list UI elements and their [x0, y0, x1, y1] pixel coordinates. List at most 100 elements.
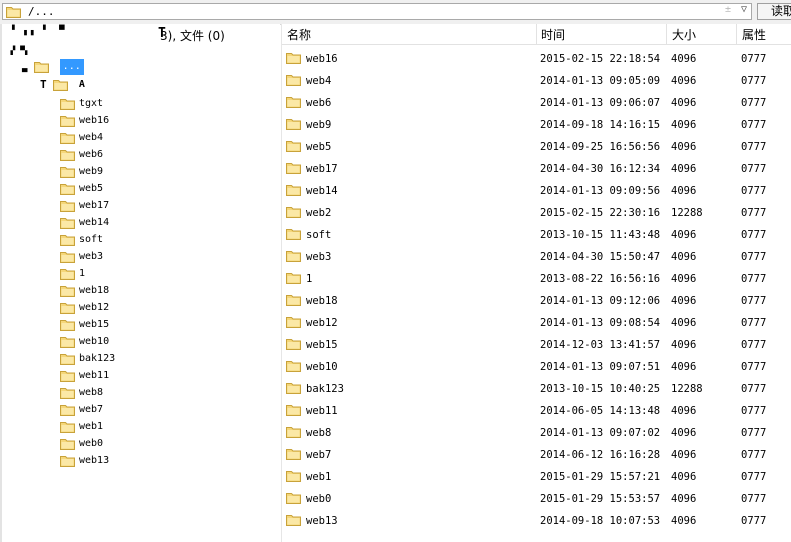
file-row[interactable]: web10 2014-01-13 09:07:51 4096 0777 [282, 356, 791, 378]
file-row[interactable]: web7 2014-06-12 16:16:28 4096 0777 [282, 444, 791, 466]
tree-root[interactable]: ▗▘▝▚ [8, 46, 48, 56]
tree-sub[interactable]: T A [40, 77, 85, 93]
tree-item[interactable]: web7 [60, 402, 103, 418]
tree-item[interactable]: web4 [60, 130, 103, 146]
file-name: web2 [306, 207, 332, 219]
tree-item[interactable]: web1 [60, 419, 103, 435]
file-attr: 0777 [741, 75, 767, 87]
file-row[interactable]: web5 2014-09-25 16:56:56 4096 0777 [282, 136, 791, 158]
tree-item[interactable]: web8 [60, 385, 103, 401]
tree-item[interactable]: web0 [60, 436, 103, 452]
file-time: 2015-02-15 22:30:16 [540, 207, 661, 219]
file-row[interactable]: web4 2014-01-13 09:05:09 4096 0777 [282, 70, 791, 92]
folder-icon [6, 6, 21, 18]
file-row[interactable]: web3 2014-04-30 15:50:47 4096 0777 [282, 246, 791, 268]
file-time: 2014-01-13 09:09:56 [540, 185, 661, 197]
file-size: 4096 [671, 471, 697, 483]
file-row[interactable]: web6 2014-01-13 09:06:07 4096 0777 [282, 92, 791, 114]
tree-item[interactable]: web6 [60, 147, 103, 163]
file-row[interactable]: web14 2014-01-13 09:09:56 4096 0777 [282, 180, 791, 202]
folder-icon [286, 382, 301, 394]
file-size: 4096 [671, 273, 697, 285]
tree-item-label: web9 [79, 166, 104, 177]
file-row[interactable]: web13 2014-09-18 10:07:53 4096 0777 [282, 510, 791, 532]
file-row[interactable]: web2 2015-02-15 22:30:16 12288 0777 [282, 202, 791, 224]
pane-edge [0, 24, 2, 542]
folder-icon [53, 79, 68, 91]
left-status: 3), 文件 (0) [160, 29, 225, 43]
tree-item[interactable]: soft [60, 232, 103, 248]
file-attr: 0777 [741, 449, 767, 461]
tree-item[interactable]: web11 [60, 368, 109, 384]
tree-item[interactable]: bak123 [60, 351, 115, 367]
tree-item[interactable]: web5 [60, 181, 103, 197]
col-size[interactable]: 大小 [672, 26, 696, 43]
tree-item[interactable]: tgxt [60, 96, 103, 112]
read-button[interactable]: 读取 [757, 3, 791, 20]
folder-icon [286, 96, 301, 108]
file-name: web0 [306, 493, 332, 505]
file-row[interactable]: web18 2014-01-13 09:12:06 4096 0777 [282, 290, 791, 312]
tree-item-label: web1 [79, 421, 104, 432]
file-attr: 0777 [741, 361, 767, 373]
address-combobox[interactable]: /... ± ▽ [2, 3, 752, 20]
file-row[interactable]: bak123 2013-10-15 10:40:25 12288 0777 [282, 378, 791, 400]
tree-item-label: web4 [79, 132, 104, 143]
tool-icons[interactable]: ▘▗▖▝ ▀ [12, 26, 69, 36]
file-row[interactable]: web1 2015-01-29 15:57:21 4096 0777 [282, 466, 791, 488]
file-row[interactable]: web17 2014-04-30 16:12:34 4096 0777 [282, 158, 791, 180]
file-name: web6 [306, 97, 332, 109]
tree-item[interactable]: web18 [60, 283, 109, 299]
file-size: 4096 [671, 75, 697, 87]
folder-icon [60, 149, 75, 161]
file-time: 2014-01-13 09:05:09 [540, 75, 661, 87]
file-size: 4096 [671, 251, 697, 263]
folder-icon [60, 166, 75, 178]
folder-icon [60, 302, 75, 314]
file-size: 4096 [671, 119, 697, 131]
file-name: 1 [306, 273, 313, 285]
file-row[interactable]: web11 2014-06-05 14:13:48 4096 0777 [282, 400, 791, 422]
col-name[interactable]: 名称 [287, 26, 311, 43]
tree-item[interactable]: web16 [60, 113, 109, 129]
file-row[interactable]: web9 2014-09-18 14:16:15 4096 0777 [282, 114, 791, 136]
file-row[interactable]: web0 2015-01-29 15:53:57 4096 0777 [282, 488, 791, 510]
file-attr: 0777 [741, 207, 767, 219]
tree-item[interactable]: web13 [60, 453, 109, 469]
file-name: web7 [306, 449, 332, 461]
folder-icon [60, 98, 75, 110]
tree-item[interactable]: web9 [60, 164, 103, 180]
file-name: web10 [306, 361, 338, 373]
folder-icon [286, 228, 301, 240]
tree-item[interactable]: web17 [60, 198, 109, 214]
clear-icon[interactable]: ± [725, 4, 731, 15]
folder-icon [286, 470, 301, 482]
file-time: 2015-02-15 22:18:54 [540, 53, 661, 65]
file-name: web16 [306, 53, 338, 65]
col-attr[interactable]: 属性 [742, 26, 766, 43]
tree-item[interactable]: 1 [60, 266, 85, 282]
folder-icon [60, 370, 75, 382]
folder-icon [286, 316, 301, 328]
chevron-down-icon[interactable]: ▽ [741, 4, 747, 15]
tree-drive[interactable]: ▃ ... [22, 59, 84, 75]
file-row[interactable]: web8 2014-01-13 09:07:02 4096 0777 [282, 422, 791, 444]
file-name: web11 [306, 405, 338, 417]
file-row[interactable]: web12 2014-01-13 09:08:54 4096 0777 [282, 312, 791, 334]
file-time: 2015-01-29 15:57:21 [540, 471, 661, 483]
tree-item[interactable]: web14 [60, 215, 109, 231]
folder-icon [286, 448, 301, 460]
file-row[interactable]: 1 2013-08-22 16:56:16 4096 0777 [282, 268, 791, 290]
file-row[interactable]: soft 2013-10-15 11:43:48 4096 0777 [282, 224, 791, 246]
tree-item-label: web17 [79, 200, 110, 211]
col-time[interactable]: 时间 [541, 26, 565, 43]
tree-item[interactable]: web12 [60, 300, 109, 316]
file-time: 2015-01-29 15:53:57 [540, 493, 661, 505]
tree-item[interactable]: web15 [60, 317, 109, 333]
folder-icon [60, 353, 75, 365]
file-time: 2014-06-12 16:16:28 [540, 449, 661, 461]
file-row[interactable]: web16 2015-02-15 22:18:54 4096 0777 [282, 48, 791, 70]
tree-item[interactable]: web3 [60, 249, 103, 265]
tree-item[interactable]: web10 [60, 334, 109, 350]
file-row[interactable]: web15 2014-12-03 13:41:57 4096 0777 [282, 334, 791, 356]
